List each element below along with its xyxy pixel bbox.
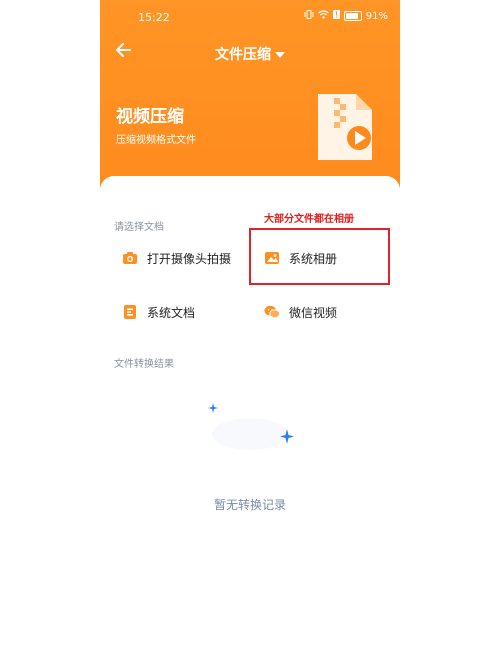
status-icons: 91% <box>304 10 388 22</box>
option-camera-label: 打开摄像头拍摄 <box>147 251 232 266</box>
camera-icon <box>122 250 138 266</box>
sim-alert-icon <box>332 10 340 22</box>
zip-video-file-icon <box>316 92 374 162</box>
empty-state-illustration <box>200 400 300 460</box>
battery-icon <box>343 11 362 21</box>
sparkle-small-icon <box>208 403 218 413</box>
hero-subtitle: 压缩视频格式文件 <box>116 135 196 146</box>
option-wechat-video-label: 微信视频 <box>289 305 338 320</box>
option-wechat-video[interactable]: 微信视频 <box>264 301 337 323</box>
caret-down-icon <box>275 52 285 58</box>
wifi-icon <box>317 10 329 22</box>
option-documents-label: 系统文档 <box>147 305 196 320</box>
nav-title: 文件压缩 <box>215 47 271 63</box>
vibrate-icon <box>304 10 314 22</box>
option-camera[interactable]: 打开摄像头拍摄 <box>122 247 231 269</box>
status-bar: 15:22 91% <box>100 0 400 36</box>
wechat-icon <box>264 304 280 320</box>
option-documents[interactable]: 系统文档 <box>122 301 195 323</box>
battery-level: 91% <box>365 10 388 22</box>
gallery-highlight-box <box>249 228 390 285</box>
phone-screen: 15:22 91% 文件压缩 视频压缩 压缩视频格式文件 请选择文档 大部分文件… <box>100 0 400 652</box>
result-section-label: 文件转换结果 <box>114 359 174 370</box>
status-time: 15:22 <box>138 11 170 24</box>
nav-title-dropdown[interactable]: 文件压缩 <box>100 44 400 64</box>
document-icon <box>122 304 138 320</box>
annotation-note: 大部分文件都在相册 <box>264 214 354 225</box>
top-nav: 文件压缩 <box>100 38 400 68</box>
empty-state-text: 暂无转换记录 <box>213 498 286 512</box>
choose-section-label: 请选择文档 <box>114 222 164 233</box>
hero-title: 视频压缩 <box>116 107 184 127</box>
